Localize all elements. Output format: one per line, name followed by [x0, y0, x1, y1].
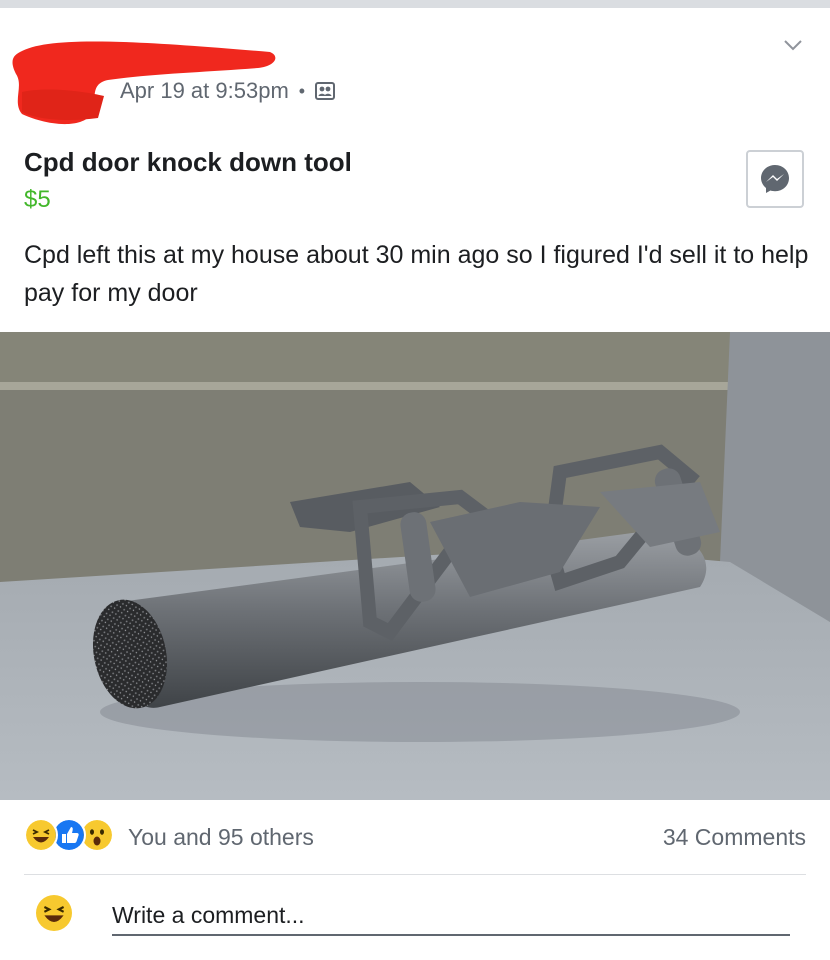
haha-icon — [24, 818, 58, 852]
listing-title: Cpd door knock down tool — [24, 147, 352, 177]
chevron-down-icon[interactable] — [782, 34, 804, 56]
message-seller-button[interactable] — [746, 150, 804, 208]
redacted-author — [12, 41, 276, 125]
timestamp-link[interactable]: Apr 19 at 9:53pm — [120, 78, 289, 104]
post-meta: Apr 19 at 9:53pm • — [120, 78, 336, 104]
reaction-summary[interactable]: You and 95 others — [128, 824, 314, 851]
messenger-icon — [761, 165, 789, 193]
comment-input[interactable]: Write a comment... — [112, 900, 790, 936]
comment-count-link[interactable]: 34 Comments — [663, 824, 806, 851]
friends-icon — [315, 82, 336, 100]
meta-separator: • — [298, 80, 306, 101]
top-edge — [0, 0, 830, 8]
reaction-icons[interactable] — [24, 818, 114, 852]
listing-photo[interactable] — [0, 332, 830, 800]
divider — [24, 874, 806, 875]
listing-description: Cpd left this at my house about 30 min a… — [24, 241, 809, 307]
listing-price: $5 — [24, 186, 51, 213]
haha-icon — [36, 895, 72, 931]
